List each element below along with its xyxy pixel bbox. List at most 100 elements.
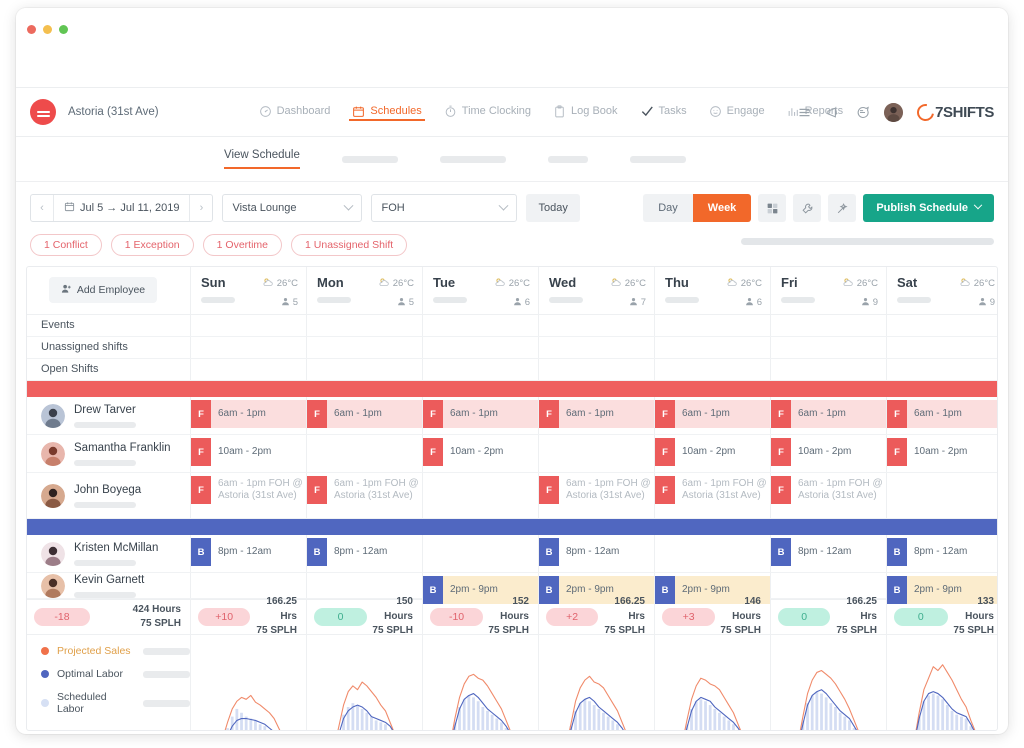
status-badge-exception[interactable]: 1 Exception <box>111 234 194 256</box>
shift-cell[interactable]: F10am - 2pm <box>887 438 998 466</box>
department-select[interactable]: FOH <box>371 194 517 222</box>
section-row-cell[interactable] <box>423 359 539 380</box>
tab-placeholder-4[interactable] <box>630 156 686 163</box>
shift-cell[interactable]: F6am - 1pm <box>887 400 998 428</box>
nav-item-schedules[interactable]: Schedules <box>352 105 421 120</box>
shift-cell[interactable]: F10am - 2pm <box>423 438 538 466</box>
employee-info-cell[interactable]: Kristen McMillan <box>27 535 191 572</box>
view-day-button[interactable]: Day <box>643 194 693 222</box>
day-column-header-wed[interactable]: Wed26°C7 <box>539 267 655 314</box>
section-row-cell[interactable] <box>539 315 655 336</box>
summary-hours: 152 Hours <box>483 595 529 624</box>
section-row-cell[interactable] <box>423 315 539 336</box>
nav-item-tasks[interactable]: Tasks <box>640 104 687 120</box>
minimize-window-button[interactable] <box>43 25 52 34</box>
employee-info-cell[interactable]: John Boyega <box>27 473 191 518</box>
section-row-cell[interactable] <box>655 315 771 336</box>
section-row-cell[interactable] <box>423 337 539 358</box>
date-range-display[interactable]: Jul 5 → Jul 11, 2019 <box>53 195 190 221</box>
nav-item-engage[interactable]: Engage <box>709 105 765 120</box>
section-row-cell[interactable] <box>539 337 655 358</box>
shift-cell[interactable]: F6am - 1pm <box>191 400 306 428</box>
section-row-cell[interactable] <box>191 315 307 336</box>
next-week-button[interactable]: › <box>190 195 212 221</box>
shift-cell[interactable]: F6am - 1pm <box>539 400 654 428</box>
prev-week-button[interactable]: ‹ <box>31 195 53 221</box>
layout-grid-button[interactable] <box>758 194 786 222</box>
shift-cell[interactable]: B8pm - 12am <box>191 538 306 566</box>
day-column-header-sun[interactable]: Sun26°C5 <box>191 267 307 314</box>
section-row-cell[interactable] <box>307 337 423 358</box>
summary-metrics: 150 Hours75 SPLH <box>367 595 413 639</box>
shift-cell[interactable]: F6am - 1pm FOH @ Astoria (31st Ave) <box>307 476 422 504</box>
shift-cell[interactable]: B8pm - 12am <box>771 538 886 566</box>
shift-cell[interactable]: F10am - 2pm <box>771 438 886 466</box>
legend-item-optimal-labor: Optimal Labor <box>41 668 190 680</box>
section-row-cell[interactable] <box>655 337 771 358</box>
tab-placeholder-1[interactable] <box>342 156 398 163</box>
shift-cell[interactable]: F10am - 2pm <box>655 438 770 466</box>
section-row-cell[interactable] <box>771 359 887 380</box>
tab-placeholder-2[interactable] <box>440 156 506 163</box>
window-controls[interactable] <box>27 25 68 34</box>
shift-cell[interactable]: F10am - 2pm <box>191 438 306 466</box>
section-row-cell[interactable] <box>655 359 771 380</box>
avatar[interactable] <box>884 103 903 122</box>
tab-placeholder-3[interactable] <box>548 156 588 163</box>
magic-wand-button[interactable] <box>828 194 856 222</box>
employee-info-cell[interactable]: Drew Tarver <box>27 397 191 434</box>
nav-item-dashboard[interactable]: Dashboard <box>259 105 331 120</box>
chat-icon[interactable] <box>855 105 870 120</box>
shift-cell[interactable]: F6am - 1pm FOH @ Astoria (31st Ave) <box>539 476 654 504</box>
section-row-cell[interactable] <box>887 315 998 336</box>
shift-cell[interactable]: B8pm - 12am <box>307 538 422 566</box>
publish-schedule-button[interactable]: Publish Schedule <box>863 194 994 222</box>
nav-item-time-clocking[interactable]: Time Clocking <box>444 105 531 120</box>
shift-cell[interactable]: B8pm - 12am <box>887 538 998 566</box>
shift-cell[interactable]: B8pm - 12am <box>539 538 654 566</box>
section-row-cell[interactable] <box>307 315 423 336</box>
shift-cell[interactable]: F6am - 1pm <box>423 400 538 428</box>
shift-cell[interactable]: F6am - 1pm FOH @ Astoria (31st Ave) <box>655 476 770 504</box>
shift-cell[interactable]: F6am - 1pm <box>307 400 422 428</box>
day-column-header-fri[interactable]: Fri26°C9 <box>771 267 887 314</box>
status-badge-overtime[interactable]: 1 Overtime <box>203 234 282 256</box>
day-column-header-thu[interactable]: Thu26°C6 <box>655 267 771 314</box>
shift-cell[interactable]: F6am - 1pm <box>655 400 770 428</box>
section-row-cell[interactable] <box>771 337 887 358</box>
shift-cell[interactable]: F6am - 1pm FOH @ Astoria (31st Ave) <box>771 476 886 504</box>
status-chips: 1 Conflict 1 Exception 1 Overtime 1 Unas… <box>16 234 1008 266</box>
day-column-header-tue[interactable]: Tue26°C6 <box>423 267 539 314</box>
add-employee-button[interactable]: Add Employee <box>49 277 157 303</box>
section-row-cell[interactable] <box>307 359 423 380</box>
section-row-cell[interactable] <box>887 337 998 358</box>
section-row-cell[interactable] <box>539 359 655 380</box>
shift-cell[interactable]: F6am - 1pm FOH @ Astoria (31st Ave) <box>191 476 306 504</box>
section-row-cell[interactable] <box>191 337 307 358</box>
location-select[interactable]: Vista Lounge <box>222 194 362 222</box>
grid-header-left: Add Employee <box>27 267 191 314</box>
status-badge-conflict[interactable]: 1 Conflict <box>30 234 102 256</box>
status-badge-unassigned[interactable]: 1 Unassigned Shift <box>291 234 407 256</box>
day-column-header-mon[interactable]: Mon26°C5 <box>307 267 423 314</box>
app-logo-icon[interactable] <box>30 99 56 125</box>
section-row-cell[interactable] <box>191 359 307 380</box>
view-mode-toggle: Day Week <box>643 194 751 222</box>
nav-item-log-book[interactable]: Log Book <box>553 105 617 120</box>
view-controls: Day Week Publish Schedule <box>643 194 994 222</box>
view-week-button[interactable]: Week <box>693 194 752 222</box>
horizontal-scrollbar[interactable] <box>741 238 994 245</box>
maximize-window-button[interactable] <box>59 25 68 34</box>
close-window-button[interactable] <box>27 25 36 34</box>
today-button[interactable]: Today <box>526 194 579 222</box>
section-row-cell[interactable] <box>887 359 998 380</box>
hamburger-icon[interactable] <box>797 105 812 120</box>
employee-info-cell[interactable]: Kevin Garnett <box>27 573 191 598</box>
section-row-cell[interactable] <box>771 315 887 336</box>
employee-info-cell[interactable]: Samantha Franklin <box>27 435 191 472</box>
tab-view-schedule[interactable]: View Schedule <box>224 149 300 169</box>
megaphone-icon[interactable] <box>826 105 841 120</box>
shift-cell[interactable]: F6am - 1pm <box>771 400 886 428</box>
tools-wrench-button[interactable] <box>793 194 821 222</box>
day-column-header-sat[interactable]: Sat26°C9 <box>887 267 998 314</box>
